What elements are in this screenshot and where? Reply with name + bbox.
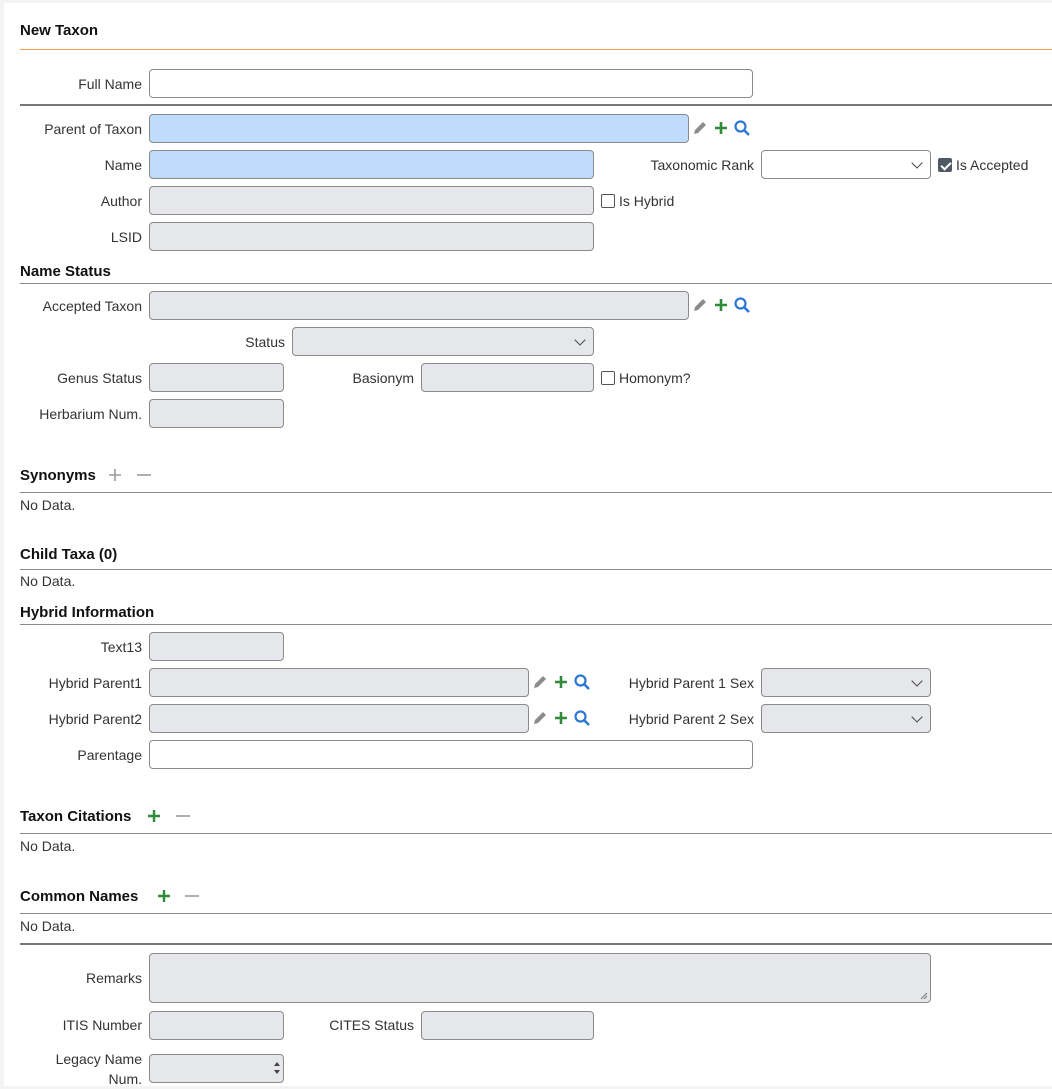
cites-status-label: CITES Status bbox=[329, 1017, 414, 1033]
plus-icon[interactable] bbox=[552, 673, 570, 691]
common-names-divider bbox=[20, 913, 1052, 914]
parent-of-taxon-label: Parent of Taxon bbox=[44, 121, 142, 137]
synonyms-title: Synonyms bbox=[20, 467, 96, 484]
itis-number-label: ITIS Number bbox=[62, 1017, 142, 1033]
hybrid-parent2-input[interactable] bbox=[149, 704, 529, 733]
minus-icon[interactable] bbox=[174, 807, 192, 825]
herbarium-num-input[interactable] bbox=[149, 399, 284, 428]
homonym-checkbox[interactable] bbox=[601, 371, 615, 385]
genus-status-input[interactable] bbox=[149, 363, 284, 392]
status-label: Status bbox=[245, 334, 285, 350]
taxon-citations-divider bbox=[20, 833, 1052, 834]
child-taxa-title: Child Taxa (0) bbox=[20, 546, 118, 563]
plus-icon[interactable] bbox=[106, 466, 124, 484]
resize-handle-icon[interactable] bbox=[920, 992, 928, 1000]
homonym-label: Homonym? bbox=[619, 370, 691, 386]
form-title: New Taxon bbox=[20, 22, 99, 39]
section-divider bbox=[20, 104, 1052, 106]
hybrid-info-divider bbox=[20, 624, 1052, 625]
is-accepted-checkbox[interactable] bbox=[938, 158, 952, 172]
accepted-taxon-label: Accepted Taxon bbox=[42, 298, 142, 314]
is-hybrid-checkbox[interactable] bbox=[601, 194, 615, 208]
plus-icon[interactable] bbox=[552, 709, 570, 727]
text13-input[interactable] bbox=[149, 632, 284, 661]
common-names-title: Common Names bbox=[20, 888, 139, 905]
parent-of-taxon-input[interactable] bbox=[149, 114, 689, 143]
spinner-arrows-icon[interactable] bbox=[273, 1058, 281, 1078]
hybrid-parent2-sex-label: Hybrid Parent 2 Sex bbox=[628, 711, 754, 727]
magnifier-icon[interactable] bbox=[573, 709, 591, 727]
name-input[interactable] bbox=[149, 150, 594, 179]
full-name-input[interactable] bbox=[149, 69, 753, 98]
name-status-divider bbox=[20, 283, 1052, 284]
hybrid-parent1-sex-select[interactable] bbox=[761, 668, 931, 697]
full-name-label: Full Name bbox=[78, 76, 142, 92]
child-taxa-divider bbox=[20, 569, 1052, 570]
synonyms-empty: No Data. bbox=[20, 497, 76, 513]
hybrid-parent2-label: Hybrid Parent2 bbox=[48, 711, 142, 727]
is-hybrid-label: Is Hybrid bbox=[619, 193, 675, 209]
genus-status-label: Genus Status bbox=[57, 370, 142, 386]
status-select[interactable] bbox=[292, 327, 594, 356]
child-taxa-empty: No Data. bbox=[20, 573, 76, 589]
lsid-label: LSID bbox=[110, 229, 142, 245]
hybrid-info-title: Hybrid Information bbox=[20, 604, 155, 621]
pencil-icon[interactable] bbox=[531, 673, 549, 691]
hybrid-parent2-sex-select[interactable] bbox=[761, 704, 931, 733]
magnifier-icon[interactable] bbox=[573, 673, 591, 691]
taxon-citations-title: Taxon Citations bbox=[20, 808, 132, 825]
legacy-name-num-label: Legacy Name Num. bbox=[55, 1051, 142, 1087]
parentage-input[interactable] bbox=[149, 740, 753, 769]
common-names-empty: No Data. bbox=[20, 918, 76, 934]
legacy-name-num-input[interactable] bbox=[149, 1054, 284, 1083]
plus-icon[interactable] bbox=[712, 119, 730, 137]
author-input[interactable] bbox=[149, 186, 594, 215]
cites-status-input[interactable] bbox=[421, 1011, 594, 1040]
synonyms-divider bbox=[20, 492, 1052, 493]
taxon-citations-empty: No Data. bbox=[20, 838, 76, 854]
minus-icon[interactable] bbox=[135, 466, 153, 484]
section-divider bbox=[20, 943, 1052, 945]
pencil-icon[interactable] bbox=[531, 709, 549, 727]
accepted-taxon-input[interactable] bbox=[149, 291, 689, 320]
pencil-icon[interactable] bbox=[691, 119, 709, 137]
itis-number-input[interactable] bbox=[149, 1011, 284, 1040]
hybrid-parent1-input[interactable] bbox=[149, 668, 529, 697]
minus-icon[interactable] bbox=[183, 887, 201, 905]
taxonomic-rank-label: Taxonomic Rank bbox=[650, 157, 755, 173]
magnifier-icon[interactable] bbox=[733, 119, 751, 137]
plus-icon[interactable] bbox=[155, 887, 173, 905]
name-status-title: Name Status bbox=[20, 263, 111, 280]
hybrid-parent1-sex-label: Hybrid Parent 1 Sex bbox=[628, 675, 754, 691]
plus-icon[interactable] bbox=[712, 296, 730, 314]
lsid-input[interactable] bbox=[149, 222, 594, 251]
title-divider bbox=[20, 49, 1052, 50]
parentage-label: Parentage bbox=[77, 747, 142, 763]
basionym-label: Basionym bbox=[352, 370, 414, 386]
remarks-label: Remarks bbox=[85, 970, 142, 986]
plus-icon[interactable] bbox=[145, 807, 163, 825]
remarks-textarea[interactable] bbox=[149, 953, 931, 1003]
is-accepted-label: Is Accepted bbox=[956, 157, 1029, 173]
author-label: Author bbox=[100, 193, 142, 209]
herbarium-num-label: Herbarium Num. bbox=[39, 406, 142, 422]
taxonomic-rank-select[interactable] bbox=[761, 150, 931, 179]
text13-label: Text13 bbox=[100, 639, 142, 655]
hybrid-parent1-label: Hybrid Parent1 bbox=[48, 675, 142, 691]
magnifier-icon[interactable] bbox=[733, 296, 751, 314]
name-label: Name bbox=[104, 157, 142, 173]
form-panel: New Taxon Full Name Parent of Taxon Name… bbox=[4, 3, 1052, 1087]
pencil-icon[interactable] bbox=[691, 296, 709, 314]
basionym-input[interactable] bbox=[421, 363, 594, 392]
